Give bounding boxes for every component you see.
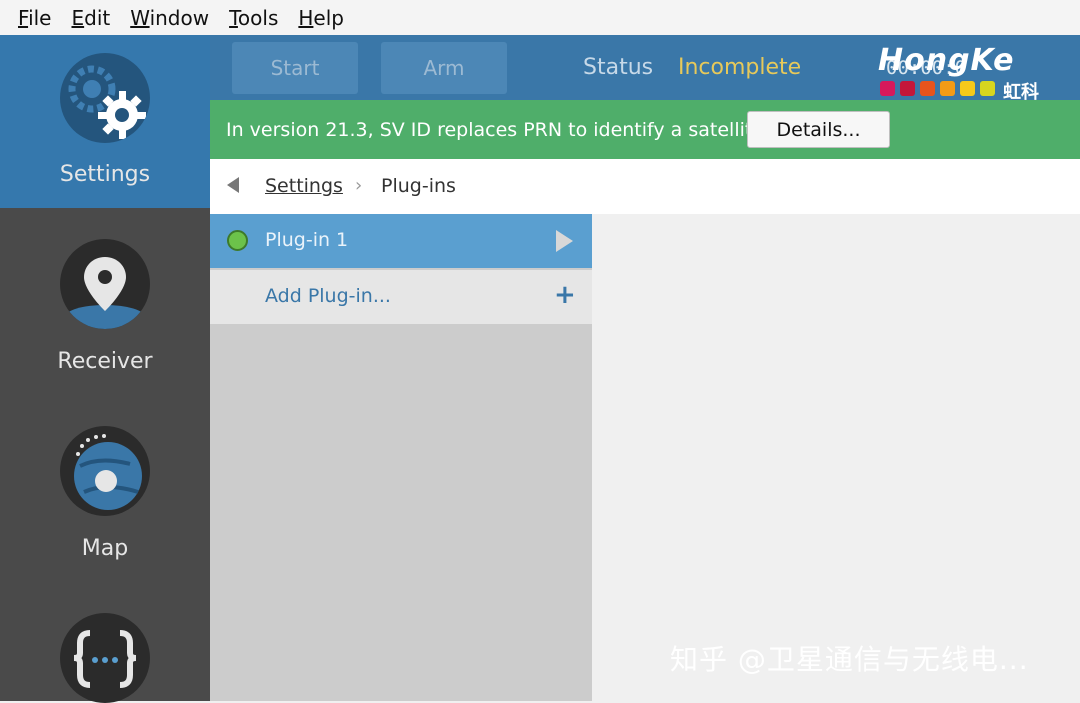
breadcrumb-settings-link[interactable]: Settings bbox=[265, 175, 343, 197]
status-ok-icon bbox=[227, 230, 248, 251]
info-banner: In version 21.3, SV ID replaces PRN to i… bbox=[210, 100, 1080, 159]
watermark: 知乎 @卫星通信与无线电... bbox=[670, 643, 1029, 676]
breadcrumb-current: Plug-ins bbox=[381, 175, 456, 197]
breadcrumb-separator: › bbox=[355, 175, 363, 196]
plugin-name: Plug-in 1 bbox=[265, 229, 349, 251]
code-braces-icon bbox=[60, 613, 150, 703]
brand-logo: HongKe 虹科 bbox=[878, 43, 1078, 103]
globe-icon bbox=[60, 426, 150, 516]
logo-color-squares bbox=[880, 81, 1000, 96]
add-plugin-label: Add Plug-in... bbox=[265, 285, 391, 307]
nav-item-receiver[interactable]: Receiver bbox=[0, 222, 210, 395]
nav-item-plugins[interactable] bbox=[0, 596, 210, 703]
nav-label-map: Map bbox=[81, 536, 129, 561]
breadcrumb: Settings › Plug-ins bbox=[210, 159, 1080, 214]
menu-file[interactable]: File bbox=[18, 6, 51, 30]
plugin-row[interactable]: Plug-in 1 bbox=[210, 214, 592, 268]
banner-message: In version 21.3, SV ID replaces PRN to i… bbox=[226, 119, 771, 141]
menu-help[interactable]: Help bbox=[298, 6, 344, 30]
nav-item-map[interactable]: Map bbox=[0, 409, 210, 582]
detail-pane: 知乎 @卫星通信与无线电... bbox=[592, 214, 1080, 701]
gear-icon bbox=[60, 53, 150, 143]
status-value: Incomplete bbox=[678, 55, 802, 80]
left-nav: Settings Receiver Map bbox=[0, 35, 210, 703]
menu-window[interactable]: Window bbox=[130, 6, 209, 30]
status-label: Status bbox=[583, 55, 654, 80]
logo-text: HongKe bbox=[878, 43, 1015, 78]
menu-bar: File Edit Window Tools Help bbox=[0, 0, 1080, 35]
add-plugin-button[interactable]: Add Plug-in... + bbox=[210, 270, 592, 324]
menu-edit[interactable]: Edit bbox=[71, 6, 110, 30]
start-button[interactable]: Start bbox=[232, 42, 358, 94]
nav-item-settings[interactable]: Settings bbox=[0, 35, 210, 208]
plus-icon: + bbox=[554, 280, 576, 310]
play-icon[interactable] bbox=[556, 230, 573, 252]
back-arrow-icon[interactable] bbox=[227, 177, 239, 193]
nav-label-settings: Settings bbox=[59, 162, 151, 187]
nav-label-receiver: Receiver bbox=[57, 349, 153, 374]
plugin-list: Plug-in 1 Add Plug-in... + bbox=[210, 214, 592, 701]
arm-button[interactable]: Arm bbox=[381, 42, 507, 94]
top-toolbar: Start Arm Status Incomplete 00:00:0 Hong… bbox=[210, 35, 1080, 103]
details-button[interactable]: Details... bbox=[747, 111, 890, 148]
menu-tools[interactable]: Tools bbox=[229, 6, 278, 30]
location-pin-icon bbox=[60, 239, 150, 329]
